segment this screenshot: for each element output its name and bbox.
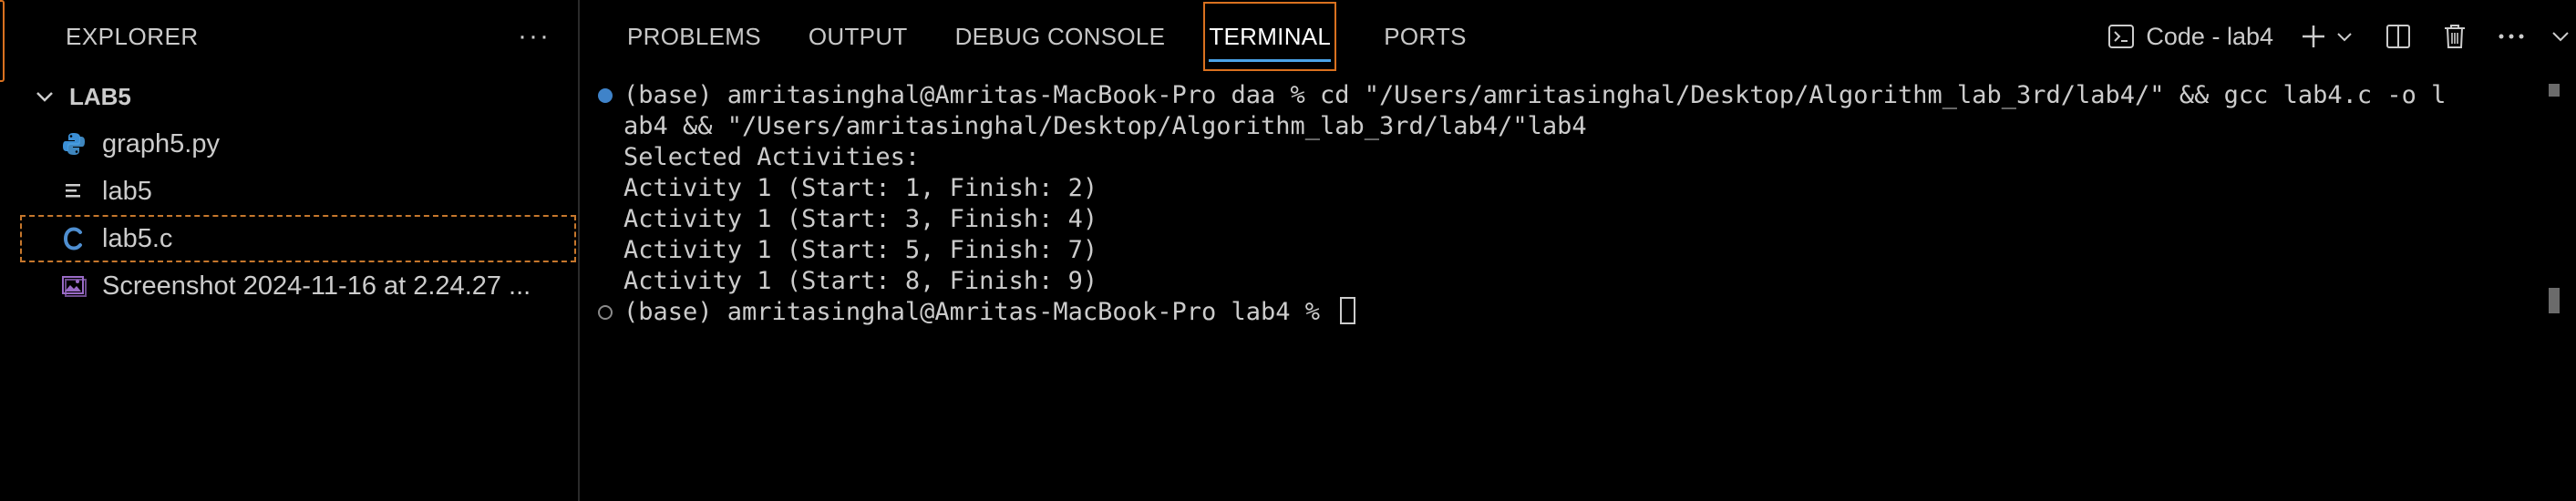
chevron-down-icon[interactable] xyxy=(33,85,57,108)
terminal-line-text: ab4 && "/Users/amritasinghal/Desktop/Alg… xyxy=(623,112,1587,140)
tab-terminal[interactable]: TERMINAL xyxy=(1203,2,1337,71)
terminal-line-text: Activity 1 (Start: 3, Finish: 4) xyxy=(623,205,1098,233)
tab-ports[interactable]: PORTS xyxy=(1384,2,1467,71)
scroll-thumb[interactable] xyxy=(2549,288,2560,313)
activity-bar-edge xyxy=(0,0,20,501)
file-item-screenshot[interactable]: Screenshot 2024-11-16 at 2.24.27 ... xyxy=(20,262,576,310)
text-file-icon xyxy=(58,176,89,207)
terminal-icon xyxy=(2107,23,2135,50)
chevron-down-icon[interactable] xyxy=(2335,27,2354,46)
file-item-graph5-py[interactable]: graph5.py xyxy=(20,120,576,168)
explorer-sidebar: EXPLORER ··· LAB5 graph5.py lab5 lab5.c … xyxy=(20,0,580,501)
terminal-line-text: Selected Activities: xyxy=(623,143,921,171)
tab-output[interactable]: OUTPUT xyxy=(809,2,908,71)
active-view-marker xyxy=(0,0,5,82)
terminal-selector[interactable]: Code - lab4 xyxy=(2107,23,2273,51)
tab-debug-console[interactable]: DEBUG CONSOLE xyxy=(955,2,1166,71)
more-actions-icon[interactable] xyxy=(2498,33,2525,40)
file-item-lab5[interactable]: lab5 xyxy=(20,168,576,215)
more-actions-icon[interactable]: ··· xyxy=(518,21,551,52)
command-status-dot[interactable] xyxy=(598,80,623,111)
bottom-panel: PROBLEMS OUTPUT DEBUG CONSOLE TERMINAL P… xyxy=(580,0,2576,501)
split-terminal-icon[interactable] xyxy=(2385,23,2412,50)
file-label: graph5.py xyxy=(102,128,220,158)
explorer-title: EXPLORER xyxy=(66,22,199,50)
terminal-line-text: Activity 1 (Start: 8, Finish: 9) xyxy=(623,267,1098,295)
file-label: lab5 xyxy=(102,176,152,206)
folder-label: LAB5 xyxy=(69,82,131,110)
terminal-scrollbar[interactable] xyxy=(2549,84,2560,475)
terminal-line: Activity 1 (Start: 5, Finish: 7) xyxy=(598,235,2530,266)
terminal-prompt-line: (base) amritasinghal@Amritas-MacBook-Pro… xyxy=(598,297,2530,328)
file-label: lab5.c xyxy=(102,223,173,253)
add-terminal-icon[interactable] xyxy=(2299,22,2328,51)
terminal-cursor xyxy=(1340,297,1356,324)
explorer-header: EXPLORER ··· xyxy=(20,0,578,73)
file-label: Screenshot 2024-11-16 at 2.24.27 ... xyxy=(102,271,531,301)
terminal-prompt-text: (base) amritasinghal@Amritas-MacBook-Pro… xyxy=(623,298,1335,326)
panel-actions: Code - lab4 xyxy=(2107,0,2576,73)
file-item-lab5-c[interactable]: lab5.c xyxy=(20,215,576,262)
tab-problems[interactable]: PROBLEMS xyxy=(627,2,761,71)
c-file-icon xyxy=(58,223,89,254)
terminal-line: Selected Activities: xyxy=(598,142,2530,173)
image-file-icon xyxy=(58,271,89,302)
scroll-marker xyxy=(2549,84,2560,97)
terminal-name-label: Code - lab4 xyxy=(2146,22,2273,50)
trash-icon[interactable] xyxy=(2441,22,2468,51)
terminal-line: (base) amritasinghal@Amritas-MacBook-Pro… xyxy=(598,80,2530,111)
terminal-line-text: Activity 1 (Start: 5, Finish: 7) xyxy=(623,236,1098,264)
folder-lab5[interactable]: LAB5 xyxy=(20,73,578,120)
terminal-line: Activity 1 (Start: 1, Finish: 2) xyxy=(598,173,2530,204)
terminal-line-text: Activity 1 (Start: 1, Finish: 2) xyxy=(623,174,1098,202)
terminal-line: ab4 && "/Users/amritasinghal/Desktop/Alg… xyxy=(598,111,2530,142)
prompt-status-dot[interactable] xyxy=(598,297,623,328)
terminal-line: Activity 1 (Start: 8, Finish: 9) xyxy=(598,266,2530,297)
terminal-output[interactable]: (base) amritasinghal@Amritas-MacBook-Pro… xyxy=(598,80,2530,328)
python-file-icon xyxy=(58,128,89,159)
chevron-down-icon[interactable] xyxy=(2550,26,2571,46)
terminal-line-text: (base) amritasinghal@Amritas-MacBook-Pro… xyxy=(623,81,2447,109)
terminal-line: Activity 1 (Start: 3, Finish: 4) xyxy=(598,204,2530,235)
